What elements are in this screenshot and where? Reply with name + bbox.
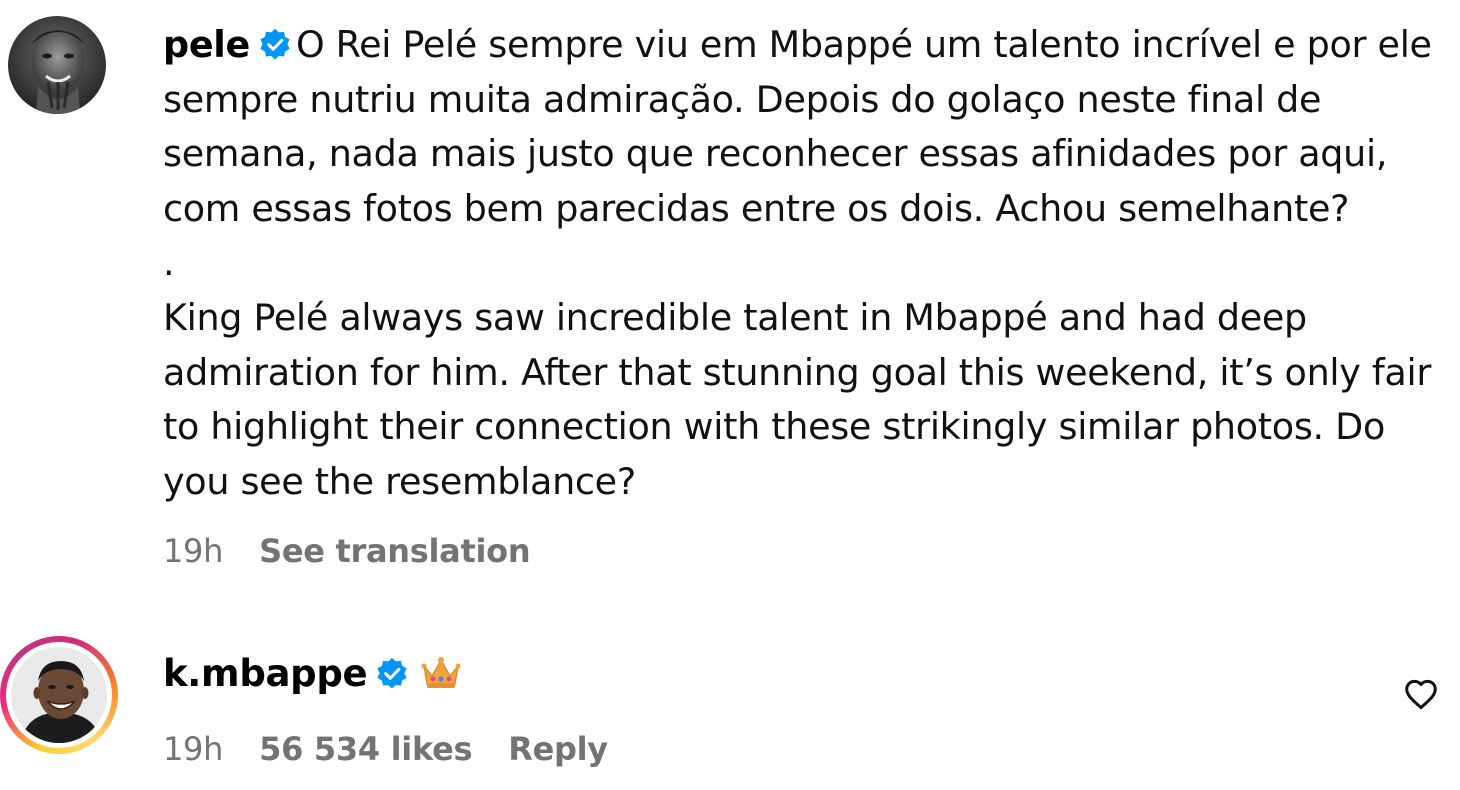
pele-avatar[interactable] xyxy=(8,16,106,114)
crown-emoji-icon xyxy=(421,657,461,688)
likes-count-button[interactable]: 56 534 likes xyxy=(259,730,472,768)
comment-body: pele O Rei Pelé sempre viu em Mbappé um … xyxy=(163,18,1443,509)
comment-meta: 19h See translation xyxy=(163,532,566,570)
heart-outline-icon[interactable] xyxy=(1402,675,1440,713)
pele-avatar-photo-icon xyxy=(8,16,106,114)
comment-meta: 19h 56 534 likes Reply xyxy=(163,730,644,768)
comment-text-english: King Pelé always saw incredible talent i… xyxy=(163,295,1432,503)
comment-text-portuguese: pele O Rei Pelé sempre viu em Mbappé um … xyxy=(163,18,1443,236)
mbappe-avatar-photo-icon xyxy=(11,647,107,743)
verified-badge-icon xyxy=(377,657,407,689)
comment-text-pt: O Rei Pelé sempre viu em Mbappé um talen… xyxy=(163,23,1432,230)
comment-username[interactable]: k.mbappe xyxy=(163,652,368,695)
mbappe-avatar[interactable] xyxy=(11,647,107,743)
comment-separator: . xyxy=(163,241,175,285)
verified-badge-icon xyxy=(260,28,290,60)
comment-header: k.mbappe xyxy=(163,652,461,695)
comment-timestamp[interactable]: 19h xyxy=(163,730,223,768)
comment-username[interactable]: pele xyxy=(163,23,250,66)
reply-button[interactable]: Reply xyxy=(508,730,608,768)
comment-timestamp[interactable]: 19h xyxy=(163,532,223,570)
see-translation-button[interactable]: See translation xyxy=(259,532,531,570)
